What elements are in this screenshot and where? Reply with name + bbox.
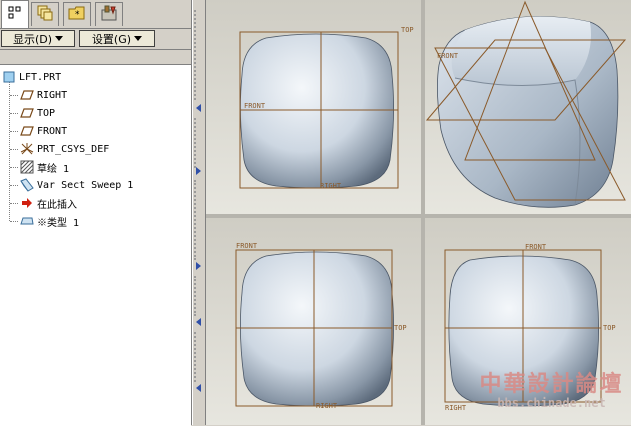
datum-label-right: RIGHT — [445, 404, 467, 412]
datum-label-top: TOP — [394, 324, 407, 332]
datum-label-top: TOP — [401, 26, 414, 34]
tree-toolbar: 显示(D) 设置(G) — [0, 29, 191, 50]
tree-item-label: RIGHT — [37, 89, 68, 101]
collapse-left-icon[interactable] — [196, 318, 201, 326]
chevron-down-icon — [134, 36, 143, 41]
tree-connector-h — [10, 185, 18, 186]
feature-type-icon — [20, 214, 34, 228]
splitter-grip — [194, 118, 202, 168]
settings-dropdown[interactable]: 设置(G) — [79, 30, 155, 47]
tree-item-label: TOP — [37, 107, 56, 119]
datum-label-front: FRONT — [236, 242, 258, 250]
model-top-face — [451, 16, 591, 86]
tree-item-label: PRT_CSYS_DEF — [37, 143, 110, 155]
splitter-grip — [194, 276, 202, 316]
tree-connector-h — [10, 95, 18, 96]
model-tree: LFT.PRT RIGHT TOP FRONT PRT_CSYS_DEF 草绘 … — [0, 64, 191, 426]
tree-connector — [9, 81, 10, 221]
tools-icon — [100, 4, 118, 26]
splitter-grip — [194, 180, 202, 260]
csys-icon — [20, 142, 34, 156]
watermark-url: bbs.chinade.net — [497, 396, 606, 410]
expand-right-icon[interactable] — [196, 262, 201, 270]
collapse-left-icon[interactable] — [196, 384, 201, 392]
tab-layers[interactable] — [31, 2, 59, 26]
layers-icon — [36, 4, 54, 26]
tree-item-label: Var Sect Sweep 1 — [37, 179, 134, 191]
tree-item-sketch[interactable]: 草绘 1 — [20, 159, 69, 175]
tree-root-label: LFT.PRT — [19, 71, 62, 83]
tree-item-label: ※类型 1 — [37, 217, 80, 229]
tree-item-top[interactable]: TOP — [20, 105, 55, 121]
viewport-top-left[interactable]: TOP FRONT RIGHT — [206, 0, 421, 214]
tab-favorites[interactable]: * — [63, 2, 91, 26]
tree-item-label: FRONT — [37, 125, 68, 137]
tree-connector-h — [10, 149, 18, 150]
show-dropdown-label: 显示(D) — [12, 32, 53, 46]
datum-label-front: FRONT — [244, 102, 266, 110]
datum-label-front: FRONT — [525, 243, 547, 251]
watermark: 中華設計論壇 bbs.chinade.net — [474, 366, 629, 422]
datum-plane-icon — [20, 106, 34, 120]
expand-right-icon[interactable] — [196, 167, 201, 175]
viewport-divider-vertical — [421, 0, 425, 425]
panel-splitter[interactable] — [192, 0, 206, 425]
watermark-title: 中華設計論壇 — [479, 372, 624, 397]
settings-dropdown-label: 设置(G) — [91, 32, 132, 46]
datum-label-top: TOP — [603, 324, 616, 332]
model-tree-icon — [7, 5, 23, 25]
part-icon — [2, 70, 16, 84]
viewport-top-right[interactable]: FRONT — [425, 0, 631, 214]
splitter-grip — [194, 10, 202, 100]
tree-item-csys[interactable]: PRT_CSYS_DEF — [20, 141, 109, 157]
tree-root[interactable]: LFT.PRT — [2, 69, 61, 85]
tree-item-front[interactable]: FRONT — [20, 123, 67, 139]
tree-connector-h — [10, 221, 18, 222]
insert-here-arrow-icon — [20, 196, 34, 210]
tree-connector-h — [10, 167, 18, 168]
tree-item-insert-here[interactable]: 在此插入 — [20, 195, 77, 211]
datum-label-right: RIGHT — [316, 402, 338, 410]
sweep-icon — [20, 178, 34, 192]
show-dropdown[interactable]: 显示(D) — [1, 30, 75, 47]
tab-model-tree[interactable] — [1, 0, 29, 28]
datum-label-right: RIGHT — [320, 182, 342, 190]
sketch-icon — [20, 160, 34, 174]
datum-label-front: FRONT — [437, 52, 459, 60]
tab-tools[interactable] — [95, 2, 123, 26]
splitter-grip — [194, 332, 202, 382]
favorites-icon: * — [68, 4, 86, 26]
tree-item-right[interactable]: RIGHT — [20, 87, 67, 103]
tree-connector-h — [10, 131, 18, 132]
tree-connector-h — [10, 203, 18, 204]
model-shape — [240, 33, 394, 189]
datum-plane-icon — [20, 124, 34, 138]
tree-item-feature-type[interactable]: ※类型 1 — [20, 213, 79, 229]
tree-item-label: 在此插入 — [37, 199, 77, 211]
tree-item-label: 草绘 1 — [37, 163, 70, 175]
collapse-left-icon[interactable] — [196, 104, 201, 112]
model-shape — [240, 251, 394, 407]
chevron-down-icon — [55, 36, 64, 41]
datum-plane-icon — [20, 88, 34, 102]
tree-connector-h — [10, 113, 18, 114]
navigator-tab-bar: * — [0, 0, 191, 29]
viewport-divider-horizontal — [206, 214, 631, 218]
tree-item-sweep[interactable]: Var Sect Sweep 1 — [20, 177, 133, 193]
svg-text:*: * — [75, 10, 80, 20]
model-tree-panel: * 显示(D) 设置(G) LFT.PRT RIGHT TOP FRONT PR… — [0, 0, 192, 426]
viewport-bottom-left[interactable]: FRONT TOP RIGHT — [206, 218, 421, 425]
